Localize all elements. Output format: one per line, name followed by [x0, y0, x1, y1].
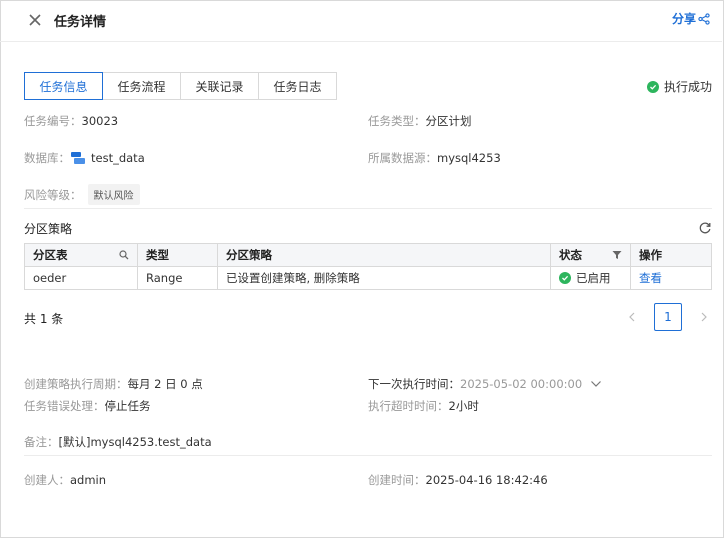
cycle-value: 每月 2 日 0 点 — [127, 377, 203, 391]
task-id-field: 任务编号： 30023 — [24, 113, 118, 129]
task-id-value: 30023 — [81, 114, 119, 128]
cycle-label: 创建策略执行周期： — [24, 377, 128, 391]
remark-label: 备注： — [24, 435, 59, 449]
divider — [24, 455, 712, 456]
cell-type: Range — [137, 266, 218, 290]
task-type-value: 分区计划 — [425, 114, 472, 128]
check-circle-icon — [646, 80, 659, 93]
database-field: 数据库： test_data — [24, 150, 145, 166]
divider — [24, 208, 712, 209]
risk-label: 风险等级： — [24, 187, 82, 202]
next-page-icon[interactable] — [696, 304, 712, 330]
total-count: 共 1 条 — [24, 312, 64, 326]
task-id-label: 任务编号： — [24, 114, 82, 128]
status-text: 已启用 — [576, 271, 611, 285]
database-icon — [71, 152, 85, 164]
next-run-field: 下一次执行时间： 2025-05-02 00:00:00 — [368, 376, 602, 392]
timeout-value: 2小时 — [448, 399, 479, 413]
tab-task-info[interactable]: 任务信息 — [24, 72, 103, 100]
table-row: oeder Range 已设置创建策略, 删除策略 已启用 查看 — [24, 266, 712, 290]
column-header-status: 状态 — [550, 243, 631, 267]
cell-action: 查看 — [630, 266, 712, 290]
next-run-value: 2025-05-02 00:00:00 — [460, 377, 583, 391]
column-label: 状态 — [559, 248, 582, 262]
strategy-table: 分区表 类型 分区策略 状态 操作 oeder Range 已设置创建策略, 删… — [24, 243, 712, 290]
creator-field: 创建人： admin — [24, 472, 106, 488]
created-time-value: 2025-04-16 18:42:46 — [425, 473, 548, 487]
database-value: test_data — [91, 151, 145, 165]
prev-page-icon[interactable] — [624, 304, 640, 330]
close-icon[interactable] — [26, 11, 44, 29]
view-link[interactable]: 查看 — [639, 271, 662, 285]
page-title: 任务详情 — [54, 15, 107, 30]
share-label: 分享 — [671, 12, 696, 26]
next-run-label: 下一次执行时间： — [368, 377, 460, 391]
column-header-action: 操作 — [630, 243, 712, 267]
section-title: 分区策略 — [24, 222, 73, 236]
remark-value: [默认]mysql4253.test_data — [58, 435, 212, 449]
error-handling-value: 停止任务 — [104, 399, 151, 413]
creator-label: 创建人： — [24, 473, 70, 487]
share-button[interactable]: 分享 — [672, 10, 710, 27]
table-header-row: 分区表 类型 分区策略 状态 操作 — [24, 243, 712, 267]
filter-icon[interactable] — [612, 250, 622, 260]
remark-field: 备注： [默认]mysql4253.test_data — [24, 434, 212, 450]
refresh-icon[interactable] — [698, 221, 712, 235]
column-header-policy: 分区策略 — [217, 243, 551, 267]
column-header-table: 分区表 — [24, 243, 138, 267]
page-number[interactable]: 1 — [654, 303, 682, 331]
check-circle-icon — [559, 272, 571, 284]
header: 任务详情 分享 — [0, 0, 722, 42]
datasource-label: 所属数据源： — [368, 151, 437, 165]
tab-task-log[interactable]: 任务日志 — [258, 72, 337, 100]
cell-policy: 已设置创建策略, 删除策略 — [217, 266, 551, 290]
error-handling-field: 任务错误处理： 停止任务 — [24, 398, 151, 414]
share-icon — [698, 12, 710, 25]
creator-value: admin — [70, 473, 107, 487]
cell-status: 已启用 — [550, 266, 631, 290]
column-label: 分区表 — [33, 248, 68, 262]
search-icon[interactable] — [119, 250, 129, 260]
risk-field: 风险等级： 默认风险 — [24, 184, 140, 205]
database-label: 数据库： — [24, 151, 70, 165]
timeout-field: 执行超时时间： 2小时 — [368, 398, 479, 414]
task-type-field: 任务类型： 分区计划 — [368, 113, 472, 129]
status-badge: 执行成功 — [646, 78, 712, 95]
cell-table-name: oeder — [24, 266, 138, 290]
risk-tag: 默认风险 — [87, 184, 140, 205]
tab-bar: 任务信息 任务流程 关联记录 任务日志 — [24, 72, 337, 100]
status-label: 执行成功 — [663, 80, 712, 94]
tab-task-flow[interactable]: 任务流程 — [102, 72, 181, 100]
datasource-field: 所属数据源： mysql4253 — [368, 150, 501, 166]
tab-related-records[interactable]: 关联记录 — [180, 72, 259, 100]
created-time-label: 创建时间： — [368, 473, 426, 487]
cycle-field: 创建策略执行周期： 每月 2 日 0 点 — [24, 376, 203, 392]
column-header-type: 类型 — [137, 243, 218, 267]
created-time-field: 创建时间： 2025-04-16 18:42:46 — [368, 472, 548, 488]
pagination: 1 — [624, 303, 712, 331]
task-type-label: 任务类型： — [368, 114, 426, 128]
datasource-value: mysql4253 — [437, 151, 501, 165]
chevron-down-icon[interactable] — [590, 380, 602, 388]
timeout-label: 执行超时时间： — [368, 399, 449, 413]
error-handling-label: 任务错误处理： — [24, 399, 105, 413]
